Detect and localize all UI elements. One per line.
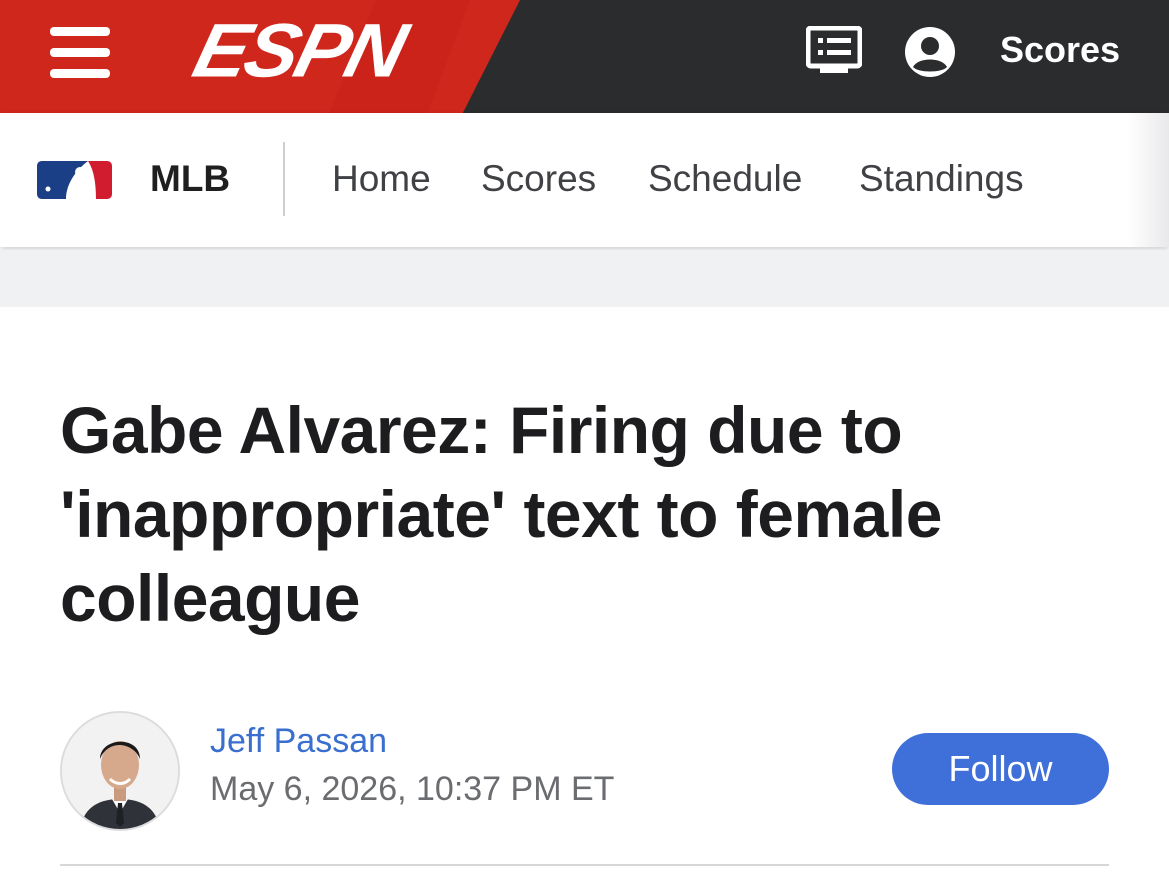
hamburger-icon[interactable]	[50, 27, 110, 78]
publish-date: May 6, 2026, 10:37 PM ET	[210, 770, 615, 808]
author-name-link[interactable]: Jeff Passan	[210, 722, 387, 761]
ad-spacer-strip	[0, 250, 1169, 307]
nav-schedule[interactable]: Schedule	[648, 158, 802, 200]
article-headline: Gabe Alvarez: Firing due to 'inappropria…	[60, 393, 942, 635]
nav-standings[interactable]: Standings	[859, 158, 1024, 200]
subnav-divider	[283, 142, 285, 216]
espn-top-bar	[0, 0, 1169, 113]
subnav-scroll-fade	[1128, 113, 1169, 247]
user-circle-icon[interactable]	[904, 26, 956, 83]
author-avatar[interactable]	[60, 711, 180, 831]
mlb-logo[interactable]	[36, 160, 113, 205]
byline-divider	[60, 864, 1109, 866]
follow-button[interactable]: Follow	[892, 733, 1109, 805]
espn-logo[interactable]: ESPN	[185, 8, 413, 94]
league-label[interactable]: MLB	[150, 158, 230, 200]
list-screen-icon[interactable]	[805, 25, 863, 81]
nav-home[interactable]: Home	[332, 158, 431, 200]
header-scores-link[interactable]: Scores	[1000, 28, 1120, 72]
nav-scores[interactable]: Scores	[481, 158, 596, 200]
